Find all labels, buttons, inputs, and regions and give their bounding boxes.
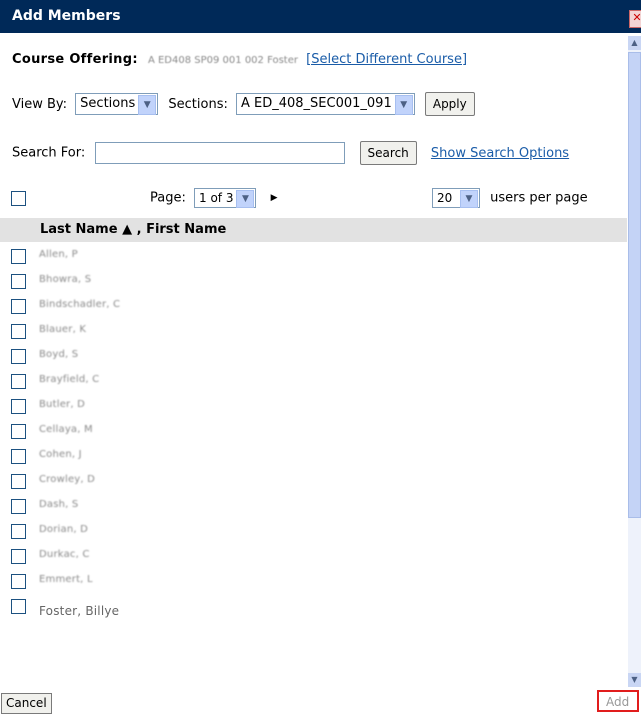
member-name: Dash, S bbox=[39, 499, 79, 510]
view-by-label: View By: bbox=[12, 96, 68, 112]
member-name: Dorian, D bbox=[39, 524, 89, 535]
pager-row: Page: 1 of 3 ▼ ▶ 20 ▼ users per page bbox=[0, 186, 620, 210]
list-item: Boyd, S bbox=[0, 342, 627, 367]
add-button-label: Add bbox=[606, 695, 630, 709]
page-value: 1 of 3 bbox=[199, 191, 234, 205]
list-item: Emmert, L bbox=[0, 567, 627, 592]
dialog-title: Add Members bbox=[12, 8, 121, 24]
member-checkbox[interactable] bbox=[11, 599, 26, 614]
chevron-down-icon: ▼ bbox=[138, 95, 157, 115]
member-name: Butler, D bbox=[39, 399, 86, 410]
member-name: Cellaya, M bbox=[39, 424, 93, 435]
per-page-label: users per page bbox=[490, 190, 588, 206]
sections-select[interactable]: A ED_408_SEC001_091 ▼ bbox=[235, 93, 415, 115]
scroll-down-icon[interactable]: ▼ bbox=[628, 673, 641, 687]
member-checkbox[interactable] bbox=[11, 324, 26, 339]
member-checkbox[interactable] bbox=[11, 549, 26, 564]
member-name: Bhowra, S bbox=[39, 274, 92, 285]
course-offering-row: Course Offering: A ED408 SP09 001 002 Fo… bbox=[12, 52, 467, 67]
page-control: Page: 1 of 3 ▼ ▶ bbox=[150, 188, 278, 208]
chevron-down-icon: ▼ bbox=[460, 190, 478, 208]
list-item: Durkac, C bbox=[0, 542, 627, 567]
search-row: Search For: Search Show Search Options bbox=[12, 141, 569, 165]
course-offering-value: A ED408 SP09 001 002 Foster bbox=[147, 55, 298, 66]
per-page-control: 20 ▼ users per page bbox=[432, 188, 588, 208]
show-search-options-link[interactable]: Show Search Options bbox=[431, 146, 569, 161]
search-label: Search For: bbox=[12, 145, 86, 161]
search-button[interactable]: Search bbox=[359, 141, 417, 165]
member-name: Allen, P bbox=[39, 249, 78, 260]
sections-label: Sections: bbox=[168, 96, 228, 112]
list-item: Allen, P bbox=[0, 242, 627, 267]
member-name: Emmert, L bbox=[39, 574, 93, 585]
next-page-icon[interactable]: ▶ bbox=[271, 193, 278, 203]
chevron-down-icon: ▼ bbox=[394, 95, 413, 115]
member-checkbox[interactable] bbox=[11, 399, 26, 414]
member-checkbox[interactable] bbox=[11, 449, 26, 464]
member-checkbox[interactable] bbox=[11, 524, 26, 539]
per-page-value: 20 bbox=[437, 191, 453, 205]
course-offering-label: Course Offering: bbox=[12, 52, 138, 67]
member-name: Brayfield, C bbox=[39, 374, 100, 385]
member-name: Cohen, J bbox=[39, 449, 82, 460]
select-different-course-link[interactable]: [Select Different Course] bbox=[306, 52, 467, 67]
dialog-footer: Cancel Add bbox=[0, 690, 641, 715]
member-checkbox[interactable] bbox=[11, 374, 26, 389]
close-icon[interactable]: ✕ bbox=[629, 10, 641, 28]
scroll-thumb[interactable] bbox=[628, 52, 641, 518]
scroll-up-icon[interactable]: ▲ bbox=[628, 36, 641, 50]
page-select[interactable]: 1 of 3 ▼ bbox=[194, 188, 257, 208]
list-item: Cellaya, M bbox=[0, 417, 627, 442]
member-name: Durkac, C bbox=[39, 549, 90, 560]
member-checkbox[interactable] bbox=[11, 274, 26, 289]
member-checkbox[interactable] bbox=[11, 349, 26, 364]
add-button[interactable]: Add bbox=[597, 690, 639, 712]
list-item: Cohen, J bbox=[0, 442, 627, 467]
list-item: Foster, Billye bbox=[0, 592, 627, 618]
member-checkbox[interactable] bbox=[11, 424, 26, 439]
cancel-button[interactable]: Cancel bbox=[1, 693, 52, 714]
member-name: Blauer, K bbox=[39, 324, 87, 335]
member-name: Boyd, S bbox=[39, 349, 79, 360]
list-item: Bhowra, S bbox=[0, 267, 627, 292]
member-checkbox[interactable] bbox=[11, 299, 26, 314]
sort-by-name-header[interactable]: Last Name ▲ , First Name bbox=[40, 222, 226, 237]
view-by-value: Sections bbox=[80, 96, 136, 111]
member-name: Crowley, D bbox=[39, 474, 96, 485]
list-item: Dash, S bbox=[0, 492, 627, 517]
page-label: Page: bbox=[150, 190, 186, 206]
list-item: Dorian, D bbox=[0, 517, 627, 542]
view-by-row: View By: Sections ▼ Sections: A ED_408_S… bbox=[12, 92, 475, 118]
member-checkbox[interactable] bbox=[11, 249, 26, 264]
list-scrollbar[interactable]: ▲ ▼ bbox=[628, 36, 641, 687]
list-item: Butler, D bbox=[0, 392, 627, 417]
column-header-row: Last Name ▲ , First Name bbox=[0, 218, 627, 242]
member-checkbox[interactable] bbox=[11, 574, 26, 589]
member-list: Allen, P Bhowra, S Bindschadler, C Blaue… bbox=[0, 242, 627, 687]
list-item: Crowley, D bbox=[0, 467, 627, 492]
member-name: Bindschadler, C bbox=[39, 299, 121, 310]
member-checkbox[interactable] bbox=[11, 474, 26, 489]
view-by-select[interactable]: Sections ▼ bbox=[75, 93, 159, 115]
apply-button[interactable]: Apply bbox=[424, 92, 475, 116]
per-page-select[interactable]: 20 ▼ bbox=[432, 188, 480, 208]
sections-value: A ED_408_SEC001_091 bbox=[240, 96, 392, 111]
member-checkbox[interactable] bbox=[11, 499, 26, 514]
member-name: Foster, Billye bbox=[39, 604, 120, 618]
dialog-titlebar: Add Members bbox=[0, 0, 641, 33]
search-input[interactable] bbox=[95, 142, 346, 164]
list-item: Bindschadler, C bbox=[0, 292, 627, 317]
list-item: Brayfield, C bbox=[0, 367, 627, 392]
select-all-checkbox[interactable] bbox=[11, 191, 26, 206]
list-item: Blauer, K bbox=[0, 317, 627, 342]
chevron-down-icon: ▼ bbox=[236, 190, 255, 208]
